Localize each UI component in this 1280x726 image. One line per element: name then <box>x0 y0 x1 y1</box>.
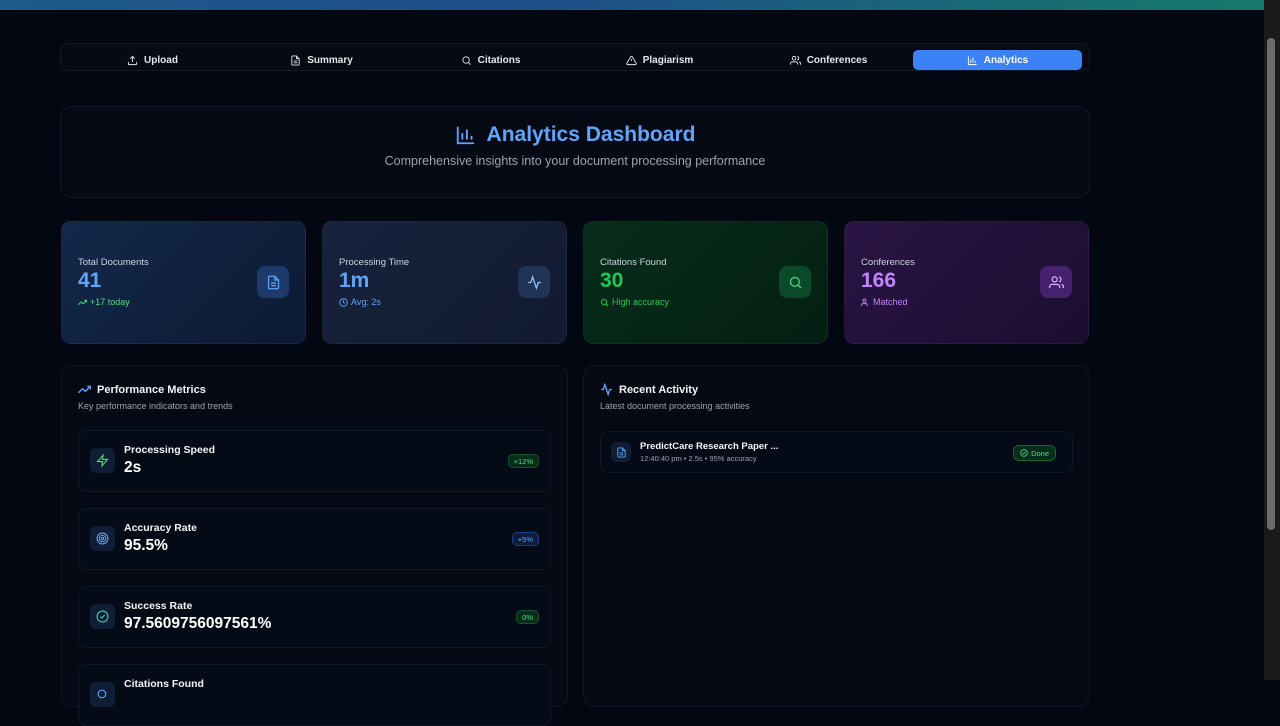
stat-card-processing-time: Processing Time 1m Avg: 2s <box>322 221 567 344</box>
tab-label: Summary <box>307 54 353 66</box>
metric-badge: +5% <box>511 532 539 546</box>
stat-card-conferences: Conferences 166 Matched <box>844 221 1089 344</box>
tab-label: Upload <box>144 54 178 66</box>
page-subtitle: Comprehensive insights into your documen… <box>384 154 766 168</box>
metric-icon-box <box>90 604 115 629</box>
stat-sub-text: Avg: 2s <box>351 297 381 307</box>
search-icon <box>789 276 802 289</box>
tab-plagiarism[interactable]: Plagiarism <box>575 50 744 70</box>
file-text-icon <box>267 275 279 289</box>
target-icon <box>96 532 109 545</box>
stat-icon-box <box>779 266 811 298</box>
tab-bar: Upload Summary Citations Plagiarism Conf… <box>60 43 1090 71</box>
activity-icon-box <box>611 442 631 462</box>
top-accent-bar <box>0 0 1264 10</box>
page-title: Analytics Dashboard <box>61 123 1089 147</box>
stat-sub-text: High accuracy <box>612 297 670 307</box>
panel-title: Recent Activity <box>600 383 698 396</box>
metric-icon-box <box>90 526 115 551</box>
metric-value: 95.5% <box>124 537 168 554</box>
clock-icon <box>339 297 348 307</box>
panel-title-text: Performance Metrics <box>97 383 206 396</box>
stat-value: 30 <box>600 269 624 292</box>
stat-value: 1m <box>339 269 370 292</box>
stat-value: 166 <box>861 269 897 292</box>
activity-icon <box>601 383 612 396</box>
users-icon <box>1048 275 1064 288</box>
stat-icon-box <box>257 266 289 298</box>
stat-value: 41 <box>78 269 102 292</box>
upload-icon <box>127 55 138 65</box>
status-badge: Done <box>1013 445 1056 461</box>
stat-sub-text: Matched <box>873 297 908 307</box>
stat-sub: Matched <box>861 297 908 307</box>
check-circle-icon <box>96 610 109 623</box>
metric-icon-box <box>90 448 115 473</box>
search-icon <box>461 55 471 65</box>
metric-value: 2s <box>124 459 142 476</box>
quote-icon <box>97 689 107 699</box>
panel-title-text: Recent Activity <box>619 383 699 396</box>
metric-processing-speed: Processing Speed 2s +12% <box>78 430 551 492</box>
users-icon <box>861 298 868 306</box>
trending-up-icon <box>78 385 91 394</box>
tab-analytics[interactable]: Analytics <box>913 50 1082 70</box>
tab-label: Citations <box>477 54 521 66</box>
stat-label: Total Documents <box>78 257 149 268</box>
stat-sub: High accuracy <box>600 297 669 307</box>
metric-success-rate: Success Rate 97.5609756097561% 0% <box>78 586 551 648</box>
stat-sub-text: +17 today <box>90 297 130 307</box>
file-text-icon <box>616 446 626 458</box>
scrollbar[interactable] <box>1264 0 1280 680</box>
tab-label: Analytics <box>983 54 1029 66</box>
activity-icon <box>527 274 541 290</box>
performance-metrics-panel: Performance Metrics Key performance indi… <box>61 365 568 726</box>
check-circle-icon <box>1020 449 1028 457</box>
file-text-icon <box>291 54 300 66</box>
users-icon <box>789 55 801 65</box>
dashboard-header: Analytics Dashboard Comprehensive insigh… <box>60 106 1090 198</box>
metric-icon-box <box>90 682 115 707</box>
metric-citations-found: Citations Found <box>78 664 551 726</box>
metric-name: Success Rate <box>124 600 193 612</box>
alert-triangle-icon <box>625 55 637 65</box>
tab-upload[interactable]: Upload <box>68 50 237 70</box>
activity-item[interactable]: PredictCare Research Paper ... 12:40:40 … <box>600 431 1073 473</box>
stat-icon-box <box>518 266 550 298</box>
stat-card-citations-found: Citations Found 30 High accuracy <box>583 221 828 344</box>
metric-name: Accuracy Rate <box>124 522 197 534</box>
tab-label: Plagiarism <box>642 54 694 66</box>
bar-chart-icon <box>967 55 977 65</box>
metric-name: Processing Speed <box>124 444 216 456</box>
metric-accuracy-rate: Accuracy Rate 95.5% +5% <box>78 508 551 570</box>
search-icon <box>601 298 609 306</box>
tab-label: Conferences <box>806 54 868 66</box>
tab-citations[interactable]: Citations <box>406 50 575 70</box>
activity-name: PredictCare Research Paper ... <box>640 441 779 452</box>
tab-conferences[interactable]: Conferences <box>744 50 913 70</box>
panel-subtitle: Latest document processing activities <box>600 401 750 411</box>
zap-icon <box>96 454 109 467</box>
stat-sub: +17 today <box>78 297 130 307</box>
metric-badge: 0% <box>516 610 539 624</box>
trending-up-icon <box>78 299 87 305</box>
activity-meta: 12:40:40 pm • 2.5s • 95% accuracy <box>640 454 757 463</box>
panel-subtitle: Key performance indicators and trends <box>78 401 233 411</box>
bar-chart-icon <box>456 126 474 145</box>
metric-badge: +12% <box>507 454 539 468</box>
panel-title: Performance Metrics <box>78 383 206 396</box>
stat-card-total-documents: Total Documents 41 +17 today <box>61 221 306 344</box>
stat-icon-box <box>1040 266 1072 298</box>
stat-label: Citations Found <box>600 257 667 268</box>
tab-summary[interactable]: Summary <box>237 50 406 70</box>
stat-sub: Avg: 2s <box>339 297 381 307</box>
page-title-text: Analytics Dashboard <box>486 123 696 146</box>
recent-activity-panel: Recent Activity Latest document processi… <box>583 365 1090 707</box>
metric-value: 97.5609756097561% <box>124 615 272 632</box>
stat-label: Processing Time <box>339 257 410 268</box>
scrollbar-thumb[interactable] <box>1267 38 1275 530</box>
status-text: Done <box>1031 448 1049 458</box>
stat-label: Conferences <box>861 257 915 268</box>
